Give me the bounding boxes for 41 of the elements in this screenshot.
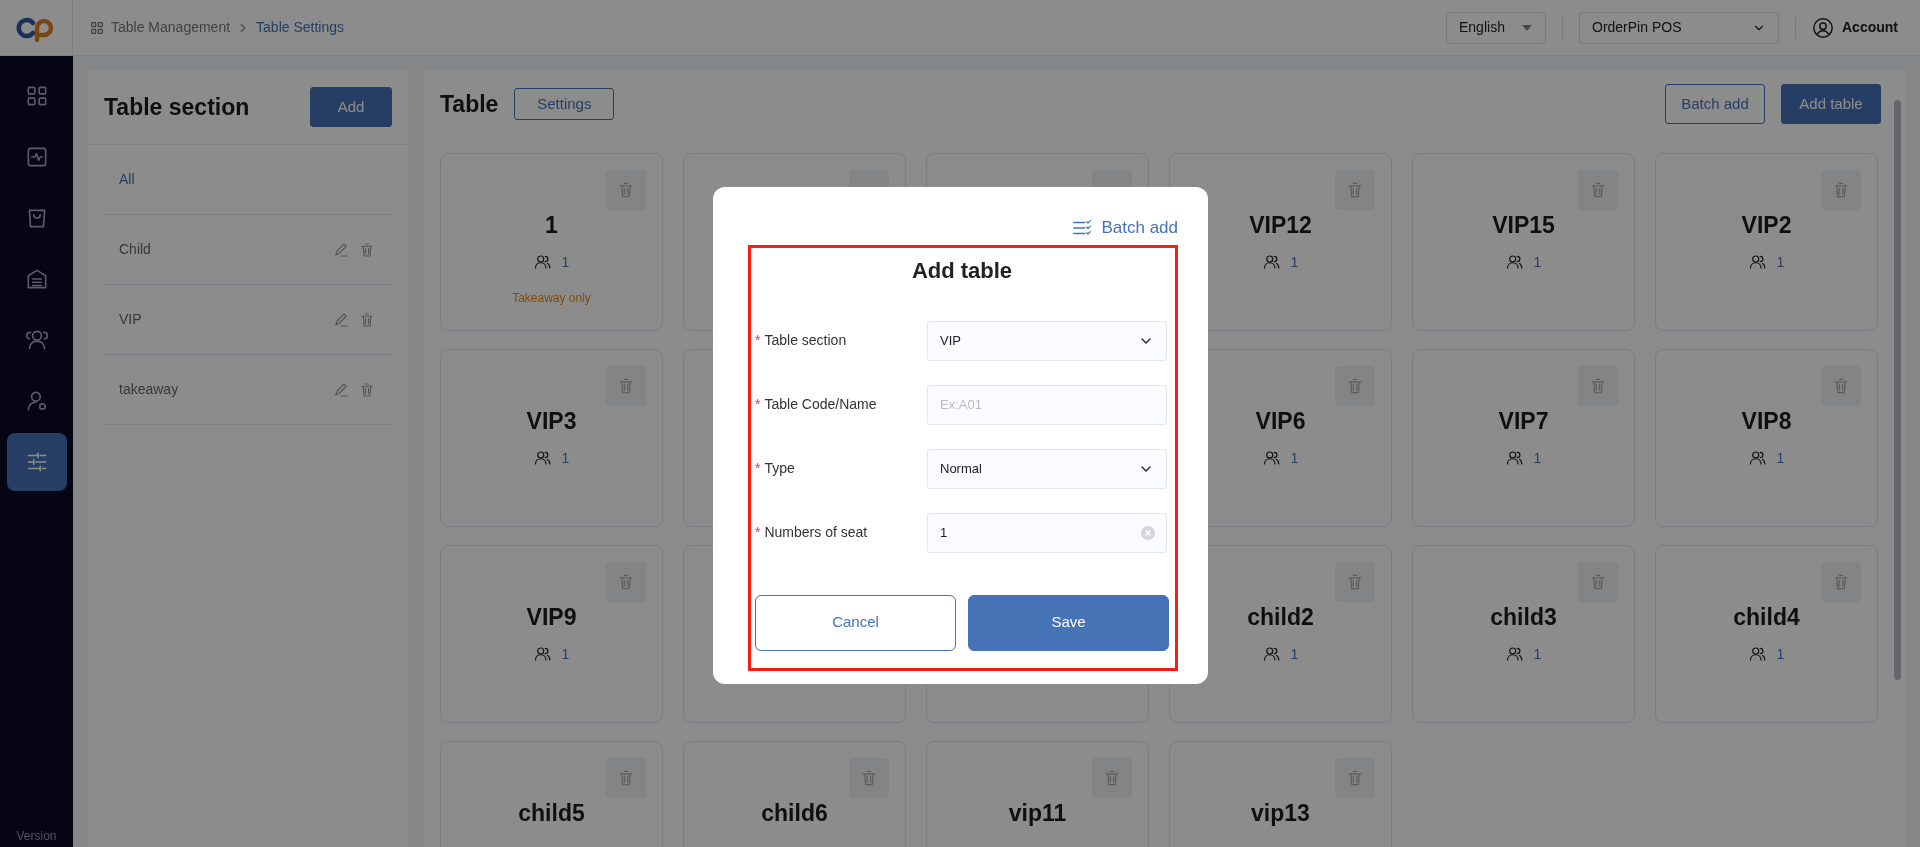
seat-count: 1	[1290, 448, 1299, 468]
table-name: child3	[1490, 603, 1557, 632]
seat-count: 1	[1776, 644, 1785, 664]
table-name: vip13	[1251, 799, 1310, 828]
table-note: Takeaway only	[512, 289, 591, 307]
seat-count: 1	[1290, 644, 1299, 664]
table-name: child5	[518, 799, 585, 828]
table-name: VIP3	[526, 407, 577, 436]
seat-count: 1	[561, 252, 570, 272]
modal-title: Add table	[910, 256, 1014, 285]
seat-count: 1	[561, 644, 570, 664]
table-name: VIP2	[1741, 211, 1792, 240]
seat-count: 1	[1776, 252, 1785, 272]
section-label: Child	[119, 240, 151, 259]
field-label: * Type	[755, 459, 796, 478]
section-label: All	[119, 170, 135, 189]
seat-count: 1	[561, 448, 570, 468]
table-name: vip11	[1008, 799, 1067, 828]
table-name: VIP15	[1492, 211, 1555, 240]
section-label: takeaway	[119, 380, 179, 399]
field-label: * Table section	[755, 331, 848, 350]
table-name: VIP8	[1741, 407, 1792, 436]
table-name: VIP12	[1249, 211, 1312, 240]
table-name: child4	[1733, 603, 1800, 632]
panel-title: Table	[440, 89, 499, 119]
seat-count: 1	[1533, 644, 1542, 664]
table-name: child6	[761, 799, 828, 828]
field-label: * Numbers of seat	[755, 523, 869, 542]
section-label: VIP	[119, 310, 142, 329]
table-name: VIP6	[1255, 407, 1306, 436]
table-name: VIP7	[1498, 407, 1549, 436]
table-name: child2	[1247, 603, 1314, 632]
seat-count: 1	[1290, 252, 1299, 272]
field-label: * Table Code/Name	[755, 395, 878, 414]
seat-count: 1	[1776, 448, 1785, 468]
seat-count: 1	[1533, 448, 1542, 468]
table-name: VIP9	[526, 603, 577, 632]
seat-count: 1	[1533, 252, 1542, 272]
version-label: Version	[16, 828, 57, 845]
panel-title: Table section	[104, 92, 250, 122]
table-name: 1	[545, 211, 558, 240]
